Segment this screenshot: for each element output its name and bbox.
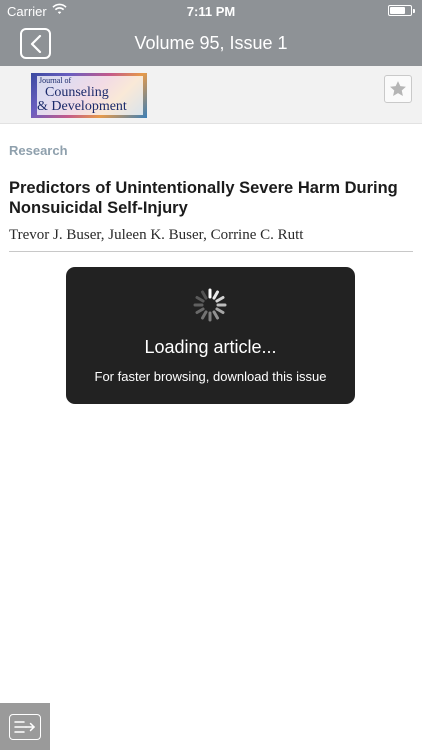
logo-text-line1: Journal of [39,76,72,85]
journal-logo: Journal of Counseling & Development [31,73,147,118]
menu-button[interactable] [0,703,50,750]
article-title: Predictors of Unintentionally Severe Har… [9,179,398,217]
favorite-button[interactable] [384,75,412,103]
page-title: Volume 95, Issue 1 [134,33,288,53]
battery-icon [388,5,415,16]
status-bar: Carrier 7:11 PM [0,0,422,22]
article-authors: Trevor J. Buser, Juleen K. Buser, Corrin… [9,227,304,243]
article-screen: Carrier 7:11 PM Volume 95, Issue 1 Journ… [0,0,422,750]
list-arrow-icon [14,720,36,733]
logo-text-line3: & Development [37,99,127,114]
loading-title: Loading article... [144,337,277,357]
divider [9,251,413,252]
section-label: Research [9,143,68,158]
journal-header: Journal of Counseling & Development [0,66,422,124]
spinner-icon [193,288,227,322]
loading-subtitle: For faster browsing, download this issue [94,369,327,384]
status-time: 7:11 PM [186,4,236,19]
star-icon [390,81,406,96]
loading-overlay: Loading article... For faster browsing, … [66,267,355,404]
nav-bar: Carrier 7:11 PM Volume 95, Issue 1 [0,0,422,66]
